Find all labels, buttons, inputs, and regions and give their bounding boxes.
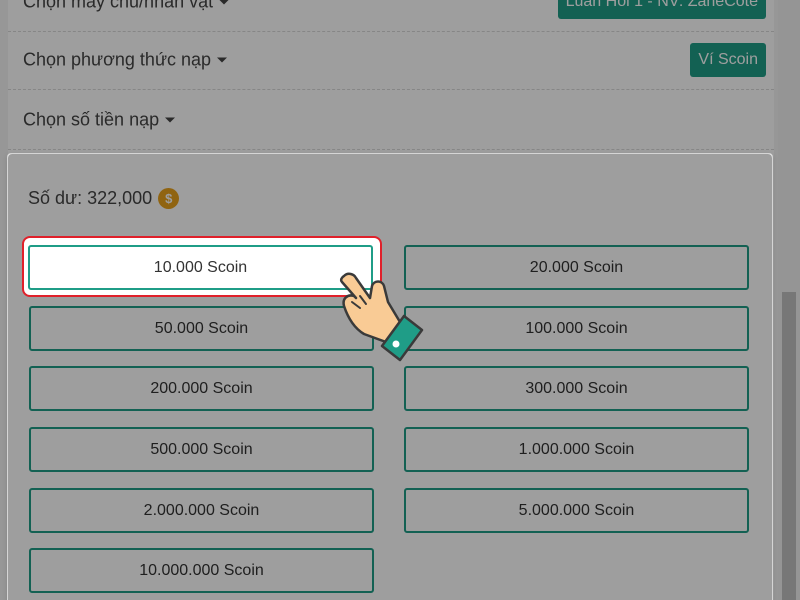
dropdown-dim (8, 154, 772, 600)
amount-option-selected[interactable]: 10.000 Scoin (28, 245, 373, 290)
pointing-hand-icon (339, 272, 424, 362)
amount-dropdown: Số dư: 322,000 $ 20.000 Scoin 50.000 Sco… (7, 153, 773, 600)
